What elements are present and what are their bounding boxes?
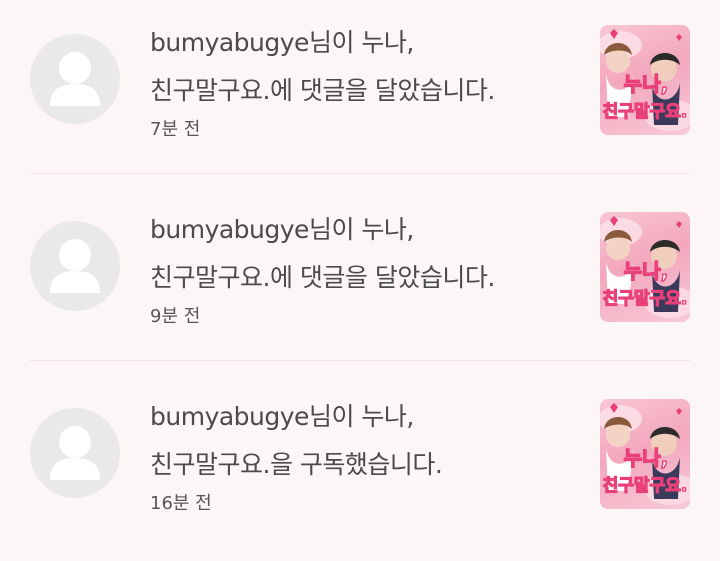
- timestamp: 9분 전: [150, 306, 201, 327]
- username[interactable]: bumyabugye: [150, 28, 309, 57]
- thumbnail-title-line2: 친구말구요.: [603, 288, 688, 309]
- user-silhouette-icon: [50, 52, 100, 106]
- timestamp: 7분 전: [150, 119, 201, 140]
- thumbnail-title-line2: 친구말구요.: [603, 475, 688, 496]
- avatar[interactable]: [30, 221, 120, 311]
- notification-message-line1: bumyabugye님이 누나,: [150, 402, 570, 432]
- user-silhouette-icon: [50, 239, 100, 293]
- message-suffix: 님이 누나,: [308, 402, 414, 431]
- notification-item[interactable]: bumyabugye님이 누나, 친구말구요.에 댓글을 달았습니다. 7분 전…: [0, 0, 720, 187]
- notification-message-line2: 친구말구요.에 댓글을 달았습니다.: [150, 76, 495, 105]
- username[interactable]: bumyabugye: [150, 402, 309, 431]
- series-thumbnail[interactable]: 누나, 친구말구요.: [600, 212, 690, 322]
- divider: [30, 360, 690, 361]
- notification-message-line1: bumyabugye님이 누나,: [150, 215, 570, 245]
- notification-message-line1: bumyabugye님이 누나,: [150, 28, 570, 58]
- series-thumbnail[interactable]: 누나, 친구말구요.: [600, 399, 690, 509]
- thumbnail-art: 누나, 친구말구요.: [600, 29, 690, 131]
- thumbnail-art: 누나, 친구말구요.: [600, 216, 690, 318]
- notification-message-line2: 친구말구요.을 구독했습니다.: [150, 450, 443, 479]
- message-suffix: 님이 누나,: [308, 28, 414, 57]
- notification-list: bumyabugye님이 누나, 친구말구요.에 댓글을 달았습니다. 7분 전…: [0, 0, 720, 540]
- notification-item[interactable]: bumyabugye님이 누나, 친구말구요.에 댓글을 달았습니다. 9분 전…: [0, 187, 720, 374]
- thumbnail-title-line2: 친구말구요.: [603, 101, 688, 122]
- avatar[interactable]: [30, 34, 120, 124]
- timestamp: 16분 전: [150, 493, 212, 514]
- user-silhouette-icon: [50, 426, 100, 480]
- series-thumbnail[interactable]: 누나, 친구말구요.: [600, 25, 690, 135]
- notification-message-line2: 친구말구요.에 댓글을 달았습니다.: [150, 263, 495, 292]
- divider: [30, 173, 690, 174]
- avatar[interactable]: [30, 408, 120, 498]
- thumbnail-title-line1: 누나,: [624, 446, 668, 470]
- username[interactable]: bumyabugye: [150, 215, 309, 244]
- notification-item[interactable]: bumyabugye님이 누나, 친구말구요.을 구독했습니다. 16분 전 누…: [0, 374, 720, 561]
- thumbnail-title-line1: 누나,: [624, 72, 668, 96]
- thumbnail-art: 누나, 친구말구요.: [600, 403, 690, 505]
- thumbnail-title-line1: 누나,: [624, 259, 668, 283]
- message-suffix: 님이 누나,: [308, 215, 414, 244]
